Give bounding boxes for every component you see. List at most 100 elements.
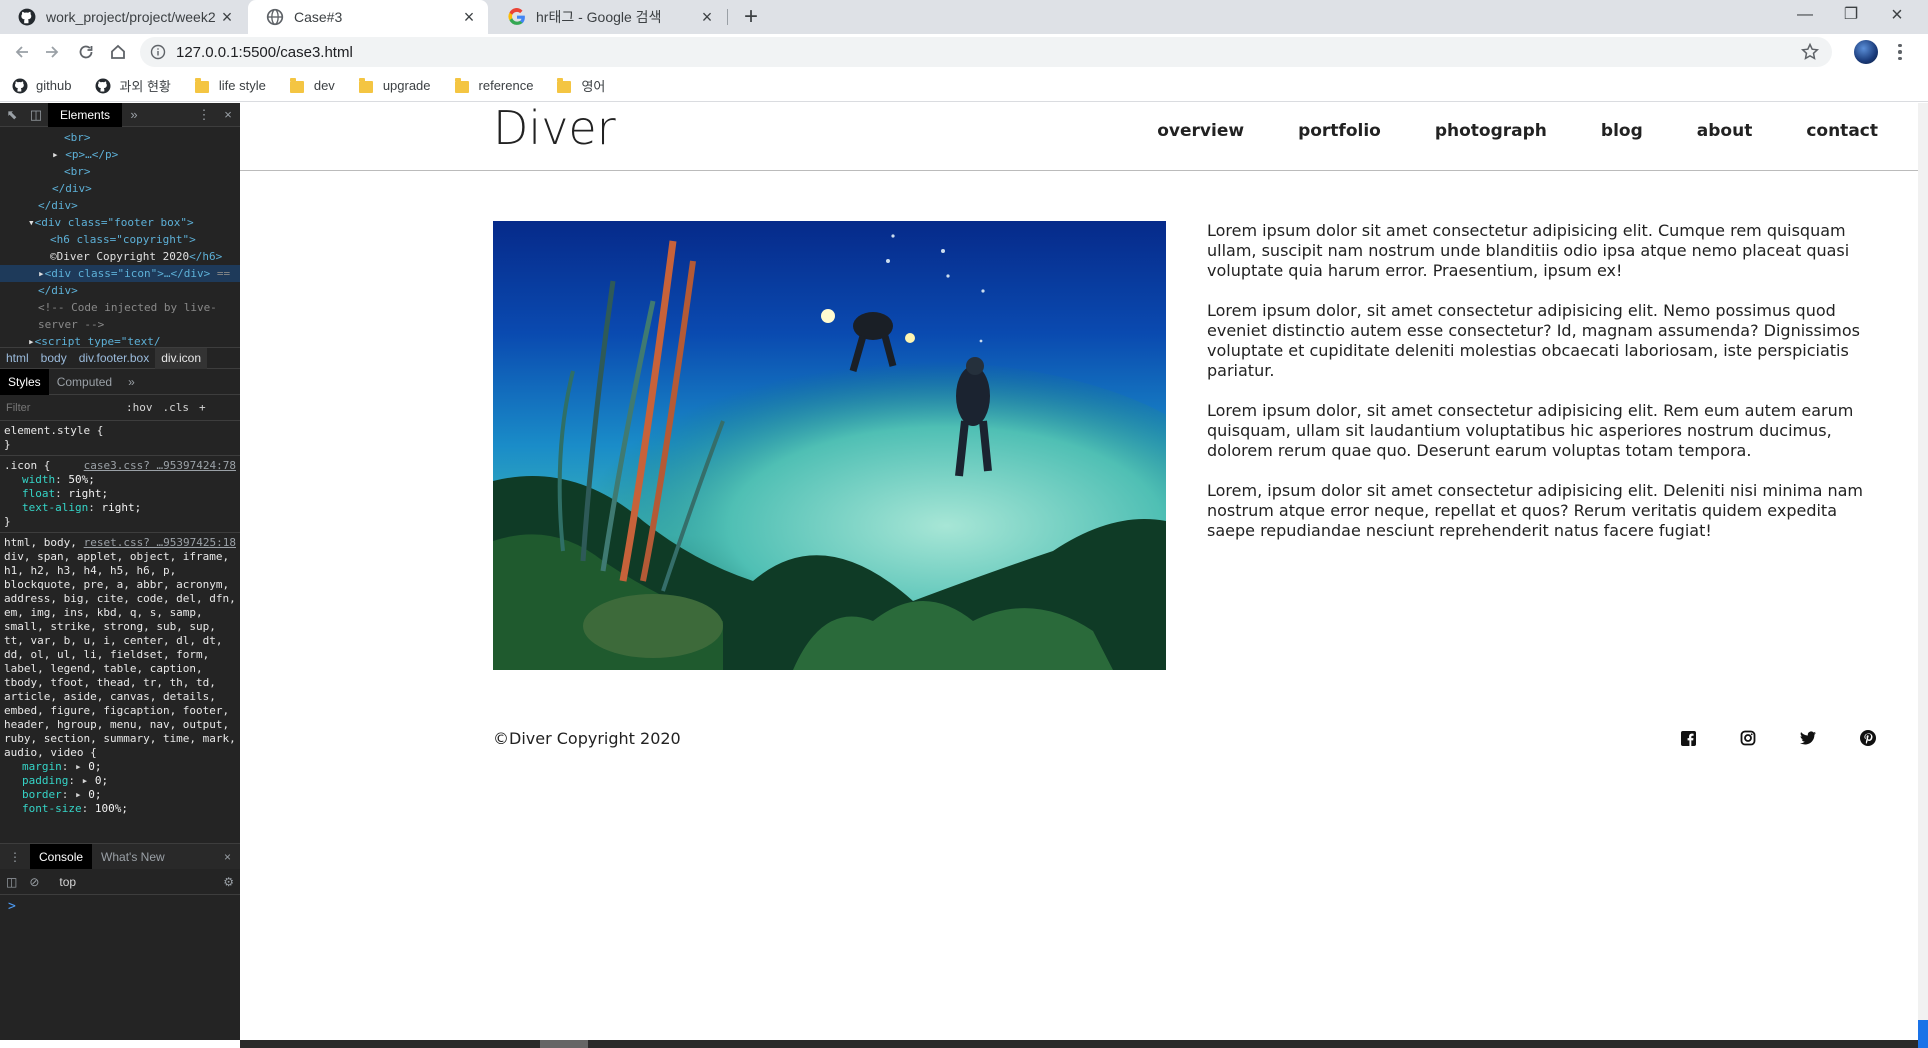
icon-css-rule[interactable]: case3.css? …95397424:78 .icon { width: 50… (0, 456, 240, 533)
tab-styles[interactable]: Styles (0, 368, 49, 395)
bookmark-folder-reference[interactable]: reference (454, 77, 533, 93)
bookmark-tutoring[interactable]: 과외 현황 (95, 76, 171, 95)
close-devtools-icon[interactable]: × (216, 103, 240, 127)
tab-github[interactable]: work_project/project/week2 at r × (0, 0, 246, 34)
menu-icon[interactable] (1894, 40, 1906, 64)
tab-close-icon[interactable]: × (698, 7, 716, 28)
rule-source-link[interactable]: case3.css? …95397424:78 (84, 459, 236, 473)
kebab-menu-icon[interactable]: ⋮ (192, 103, 216, 127)
github-icon (18, 8, 36, 26)
facebook-icon[interactable] (1679, 729, 1697, 747)
css-property[interactable]: float: right; (4, 487, 236, 501)
restore-icon[interactable]: ❐ (1828, 0, 1874, 30)
more-tabs-icon[interactable]: » (120, 369, 143, 395)
tab-close-icon[interactable]: × (460, 7, 478, 28)
inspect-icon[interactable]: ⬉ (0, 103, 24, 127)
console-prompt[interactable]: > (8, 899, 16, 914)
tab-google[interactable]: hr태그 - Google 검색 × (490, 0, 726, 34)
info-icon[interactable] (150, 44, 166, 60)
styles-subtabs: Styles Computed » (0, 368, 240, 395)
pinterest-icon[interactable] (1859, 729, 1877, 747)
close-window-icon[interactable]: × (1874, 0, 1920, 30)
instagram-icon[interactable] (1739, 729, 1757, 747)
home-button[interactable] (104, 38, 132, 66)
dom-comment[interactable]: <!-- Code injected by live- (0, 299, 240, 316)
bookmark-folder-upgrade[interactable]: upgrade (358, 77, 431, 93)
nav-link-portfolio[interactable]: portfolio (1298, 121, 1381, 141)
reload-button[interactable] (72, 38, 100, 66)
twitter-icon[interactable] (1799, 729, 1817, 747)
nav-link-photograph[interactable]: photograph (1435, 121, 1547, 141)
nav-link-blog[interactable]: blog (1601, 121, 1643, 141)
more-tabs-icon[interactable]: » (122, 103, 146, 127)
profile-avatar[interactable] (1854, 40, 1878, 64)
site-logo[interactable]: Diver (493, 103, 616, 153)
nav-link-contact[interactable]: contact (1806, 121, 1878, 141)
nav-link-about[interactable]: about (1697, 121, 1753, 141)
bookmark-github[interactable]: github (12, 78, 71, 94)
rule-source-link[interactable]: reset.css? …95397425:18 (84, 536, 236, 550)
tab-elements[interactable]: Elements (48, 103, 123, 127)
breadcrumb-item[interactable]: div.footer.box (73, 351, 156, 365)
sidebar-toggle-icon[interactable]: ◫ (0, 875, 23, 889)
dom-node[interactable]: ©Diver Copyright 2020</h6> (0, 248, 240, 265)
dom-node[interactable]: </div> (0, 282, 240, 299)
breadcrumb-item[interactable]: body (35, 351, 73, 365)
element-style-rule[interactable]: element.style { } (0, 421, 240, 456)
tab-console[interactable]: Console (30, 843, 93, 870)
clear-console-icon[interactable]: ⊘ (23, 875, 45, 889)
bookmark-folder-english[interactable]: 영어 (557, 76, 605, 95)
css-property[interactable]: text-align: right; (4, 501, 236, 515)
dom-node[interactable]: <br> (0, 129, 240, 146)
tab-case3[interactable]: Case#3 × (248, 0, 488, 34)
device-toggle-icon[interactable]: ◫ (24, 103, 48, 127)
dom-node[interactable]: ▸<script type="text/ (0, 333, 240, 347)
dom-node[interactable]: <br> (0, 163, 240, 180)
horizontal-scrollbar[interactable] (240, 1040, 1918, 1048)
filter-input[interactable]: Filter (6, 402, 126, 414)
rule-selector: .icon { (4, 459, 51, 472)
dom-node[interactable]: </div> (0, 197, 240, 214)
back-button[interactable] (8, 38, 36, 66)
scrollbar-thumb[interactable] (540, 1040, 588, 1048)
address-bar[interactable]: 127.0.0.1:5500/case3.html (140, 37, 1832, 67)
breadcrumb-item-current[interactable]: div.icon (155, 347, 207, 369)
css-property[interactable]: margin: ▸ 0; (4, 760, 236, 774)
settings-gear-icon[interactable]: ⚙ (217, 875, 240, 889)
tab-whats-new[interactable]: What's New (92, 844, 174, 870)
site-footer: ©Diver Copyright 2020 (493, 729, 1877, 755)
dom-node[interactable]: ▸ <p>…</p> (0, 146, 240, 163)
close-drawer-icon[interactable]: × (215, 844, 240, 870)
hov-toggle[interactable]: :hov (126, 401, 153, 414)
paragraph: Lorem ipsum dolor sit amet consectetur a… (1207, 221, 1850, 280)
bookmark-folder-life-style[interactable]: life style (194, 77, 266, 93)
reset-css-rule[interactable]: reset.css? …95397425:18 html, body, div,… (0, 533, 240, 819)
tab-computed[interactable]: Computed (49, 369, 120, 395)
forward-button[interactable] (38, 38, 66, 66)
css-property[interactable]: padding: ▸ 0; (4, 774, 236, 788)
css-property[interactable]: width: 50%; (4, 473, 236, 487)
dom-node-footer[interactable]: ▾<div class="footer box"> (0, 214, 240, 231)
nav-link-overview[interactable]: overview (1157, 121, 1244, 141)
folder-icon (358, 77, 373, 93)
underwater-scene (493, 234, 1166, 670)
star-icon[interactable] (1800, 42, 1820, 62)
url-text[interactable]: 127.0.0.1:5500/case3.html (176, 44, 353, 61)
breadcrumb-item[interactable]: html (0, 351, 35, 365)
new-tab-button[interactable]: + (737, 4, 765, 32)
dom-node-selected[interactable]: ▸<div class="icon">…</div> == (0, 265, 240, 282)
drawer-menu-icon[interactable]: ⋮ (0, 844, 30, 870)
tab-close-icon[interactable]: × (218, 7, 236, 28)
dom-node[interactable]: </div> (0, 180, 240, 197)
add-rule-icon[interactable]: + (199, 401, 206, 414)
bookmark-folder-dev[interactable]: dev (289, 77, 335, 93)
cls-toggle[interactable]: .cls (163, 401, 190, 414)
css-property[interactable]: border: ▸ 0; (4, 788, 236, 802)
page-scrollbar[interactable] (1918, 103, 1928, 1048)
css-property[interactable]: font-size: 100%; (4, 802, 236, 816)
dom-comment[interactable]: server --> (0, 316, 240, 333)
dom-node[interactable]: <h6 class="copyright"> (0, 231, 240, 248)
context-select[interactable]: top (45, 875, 217, 889)
dom-tree[interactable]: <br> ▸ <p>…</p> <br> </div> </div> ▾<div… (0, 127, 240, 347)
minimize-icon[interactable]: — (1782, 0, 1828, 30)
